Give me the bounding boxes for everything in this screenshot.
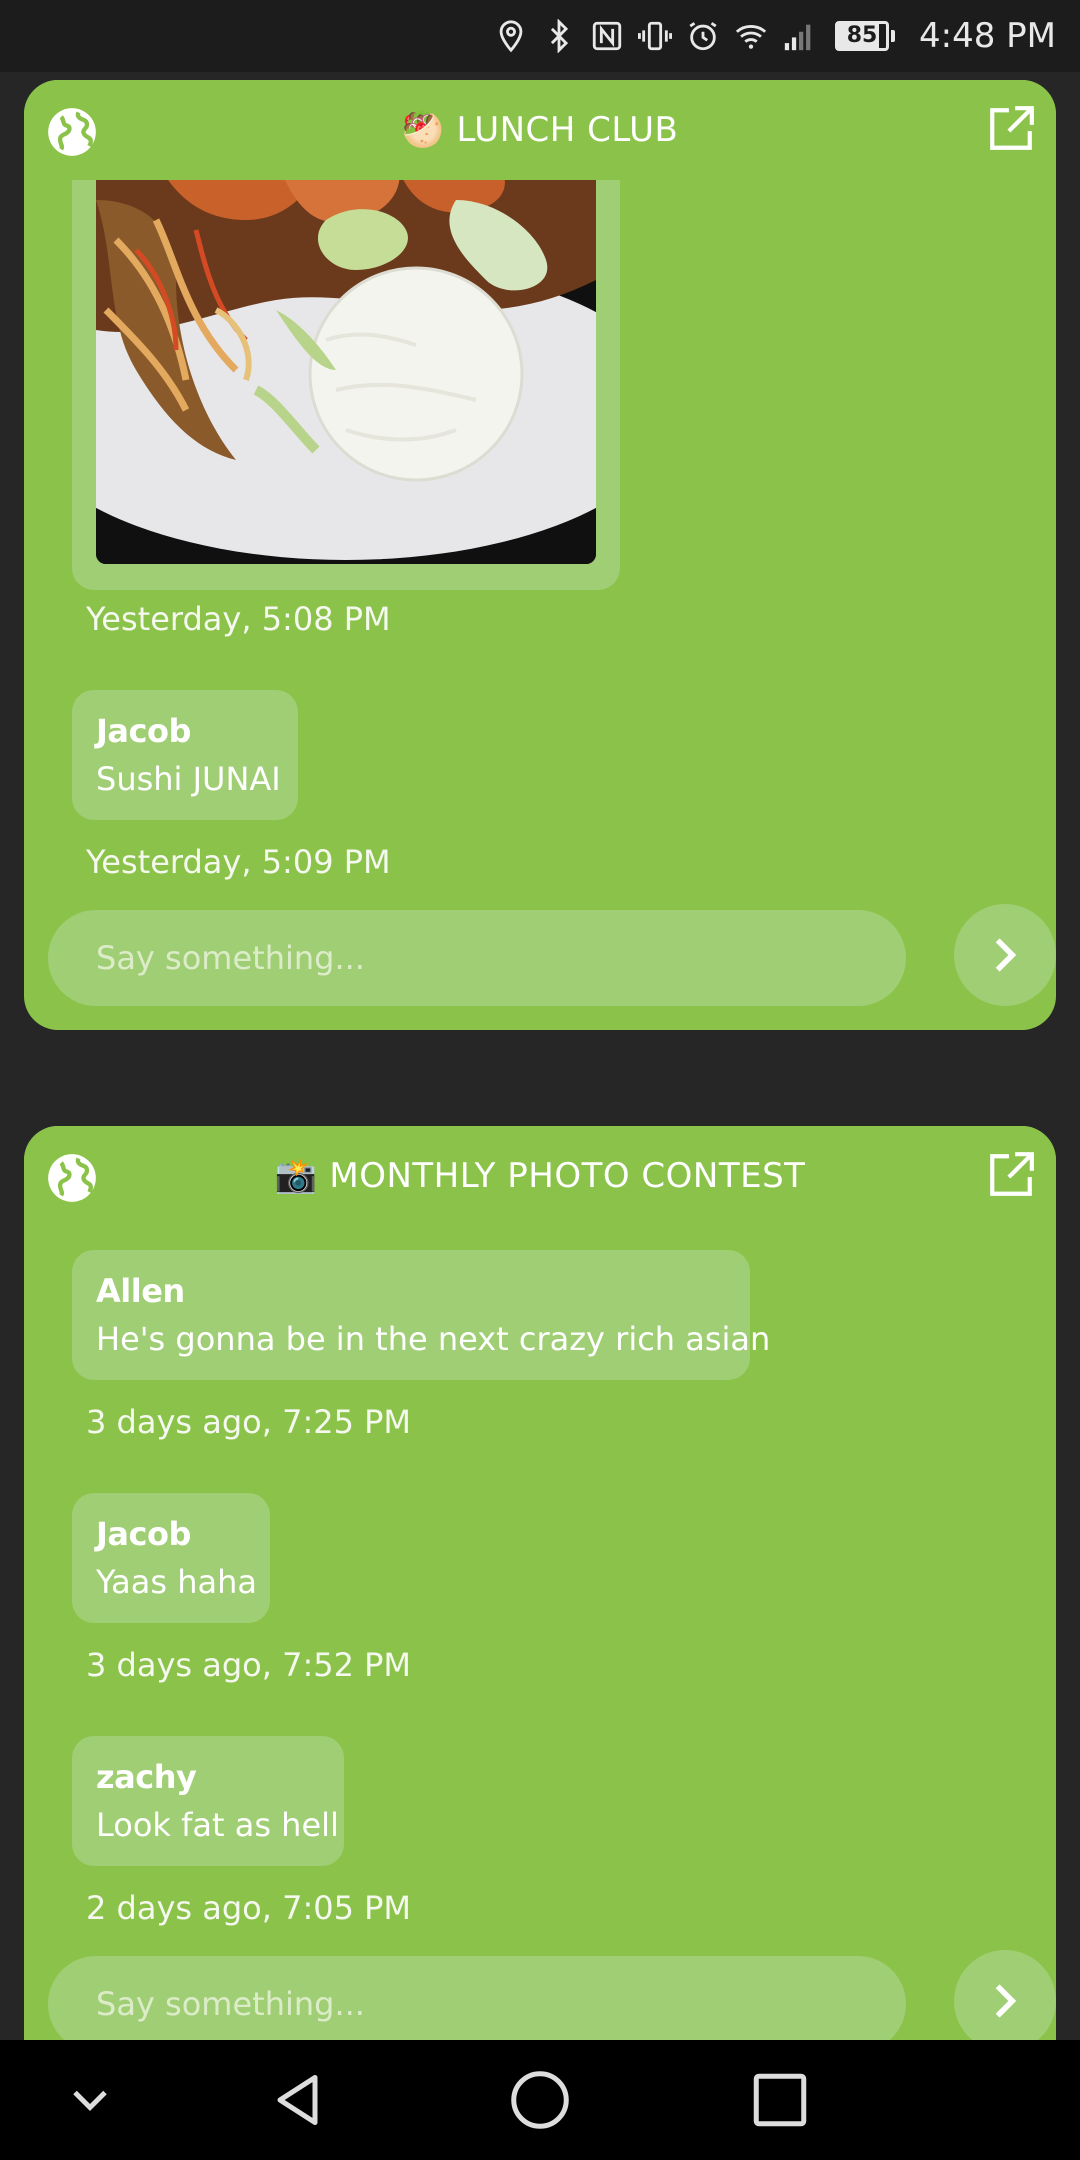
alarm-icon	[685, 18, 721, 54]
message-timestamp: Yesterday, 5:09 PM	[86, 843, 391, 881]
message-text: Sushi JUNAI	[96, 760, 281, 798]
message-text: Yaas haha	[96, 1563, 257, 1601]
chevron-right-icon	[995, 938, 1017, 972]
message-sender: Jacob	[96, 712, 191, 750]
back-icon[interactable]	[270, 2070, 330, 2130]
chat-card-lunch-club: 🥙 LUNCH CLUB Yesterday, 5:08 PM Jacob Su…	[24, 80, 1056, 1030]
recents-icon[interactable]	[750, 2070, 810, 2130]
vibrate-icon	[637, 18, 673, 54]
open-external-icon[interactable]	[986, 104, 1036, 154]
card-title-text: MONTHLY PHOTO CONTEST	[329, 1156, 806, 1196]
globe-icon[interactable]	[46, 1152, 98, 1204]
message-timestamp: 3 days ago, 7:52 PM	[86, 1646, 412, 1684]
status-bar: 85 4:48 PM	[0, 0, 1080, 72]
status-time: 4:48 PM	[919, 16, 1056, 56]
message-bubble[interactable]: Jacob Sushi JUNAI	[72, 690, 298, 820]
open-external-icon[interactable]	[986, 1150, 1036, 1200]
card-emoji: 🥙	[401, 110, 445, 150]
nfc-icon	[589, 18, 625, 54]
message-sender: zachy	[96, 1758, 197, 1796]
wifi-icon	[733, 18, 769, 54]
message-timestamp: 3 days ago, 7:25 PM	[86, 1403, 412, 1441]
message-bubble[interactable]: zachy Look fat as hell	[72, 1736, 344, 1866]
photo-message-bubble[interactable]	[72, 140, 620, 590]
battery-indicator: 85	[835, 21, 895, 51]
card-emoji: 📸	[274, 1156, 318, 1196]
message-timestamp: Yesterday, 5:08 PM	[86, 600, 391, 638]
message-timestamp: 2 days ago, 7:05 PM	[86, 1889, 412, 1927]
message-bubble[interactable]: Allen He's gonna be in the next crazy ri…	[72, 1250, 771, 1380]
signal-icon	[781, 18, 817, 54]
bluetooth-icon	[541, 18, 577, 54]
message-sender: Jacob	[96, 1515, 191, 1553]
message-bubble[interactable]: Jacob Yaas haha	[72, 1493, 270, 1623]
message-text: Look fat as hell	[96, 1806, 339, 1844]
battery-level: 85	[835, 21, 889, 51]
home-icon[interactable]	[510, 2070, 570, 2130]
message-input[interactable]	[48, 910, 906, 1006]
food-photo[interactable]	[96, 160, 596, 564]
message-input-row	[48, 904, 1056, 1008]
message-text: He's gonna be in the next crazy rich asi…	[96, 1320, 771, 1358]
message-input[interactable]	[48, 1956, 906, 2052]
location-icon	[493, 18, 529, 54]
card-header: 🥙 LUNCH CLUB	[24, 80, 1056, 180]
message-input-row	[48, 1950, 1056, 2054]
system-nav-bar	[0, 2040, 1080, 2160]
chevron-right-icon	[995, 1984, 1017, 2018]
send-button[interactable]	[954, 1950, 1056, 2052]
card-title: 📸 MONTHLY PHOTO CONTEST	[275, 1156, 806, 1196]
chat-card-monthly-photo-contest: 📸 MONTHLY PHOTO CONTEST Allen He's gonna …	[24, 1126, 1056, 2160]
message-sender: Allen	[96, 1272, 185, 1310]
card-header: 📸 MONTHLY PHOTO CONTEST	[24, 1126, 1056, 1226]
card-title: 🥙 LUNCH CLUB	[402, 110, 679, 150]
globe-icon[interactable]	[46, 106, 98, 158]
send-button[interactable]	[954, 904, 1056, 1006]
collapse-chevron-icon[interactable]	[60, 2070, 120, 2130]
card-title-text: LUNCH CLUB	[456, 110, 679, 150]
